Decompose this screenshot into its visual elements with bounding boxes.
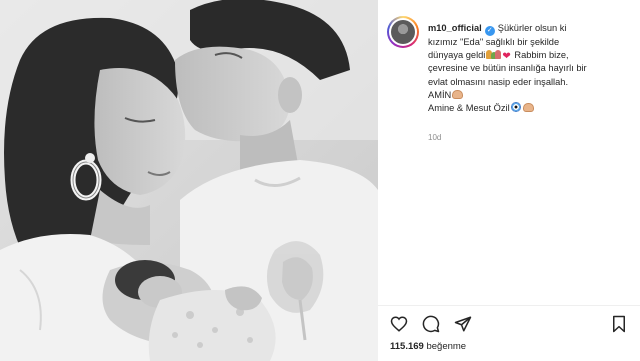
likes-label: beğenme xyxy=(426,341,467,352)
comment-icon[interactable] xyxy=(422,315,440,333)
red-heart-emoji-icon: ❤ xyxy=(502,51,511,63)
post-timestamp[interactable]: 10d xyxy=(428,133,441,142)
likes-count[interactable]: 115.169 beğenme xyxy=(390,341,466,352)
caption-line-5: çevresine ve bütün insanlığa hayırlı bir xyxy=(428,63,587,74)
bookmark-icon[interactable] xyxy=(610,315,628,333)
caption-line-2: kızımız "Eda" sağlıklı bir şekilde xyxy=(428,37,560,47)
verified-badge-icon: ✓ xyxy=(484,26,495,36)
caption-line-8: Amine & Mesut Özil xyxy=(428,103,510,114)
likes-number: 115.169 xyxy=(390,341,424,352)
post-caption: m10_official ✓ Şükürler olsun ki kızımız "… xyxy=(428,22,634,115)
post-photo[interactable] xyxy=(0,0,378,361)
family-emoji-icon xyxy=(486,49,502,60)
avatar-inner xyxy=(389,18,417,46)
post-details-panel: m10_official ✓ Şükürler olsun ki kızımız "… xyxy=(378,0,640,361)
caption-line-7: AMİN xyxy=(428,89,452,100)
caption-line-4: Rabbim bize, xyxy=(514,50,569,61)
caption-line-6: evlat olmasını nasip eder inşallah. xyxy=(428,76,569,87)
nazar-amulet-emoji-icon xyxy=(510,102,521,113)
avatar-image xyxy=(391,20,415,44)
caption-line-3: dünyaya geldi xyxy=(428,50,486,61)
username-link[interactable]: m10_official xyxy=(428,23,482,33)
action-bar xyxy=(378,305,640,339)
heart-icon[interactable] xyxy=(390,315,408,333)
praying-hands-emoji-icon xyxy=(522,103,534,113)
paper-plane-icon[interactable] xyxy=(454,315,472,333)
profile-avatar[interactable] xyxy=(387,16,419,48)
post-image xyxy=(0,0,378,361)
praying-hands-emoji-icon xyxy=(452,89,464,99)
caption-line-1: Şükürler olsun ki xyxy=(497,23,567,33)
